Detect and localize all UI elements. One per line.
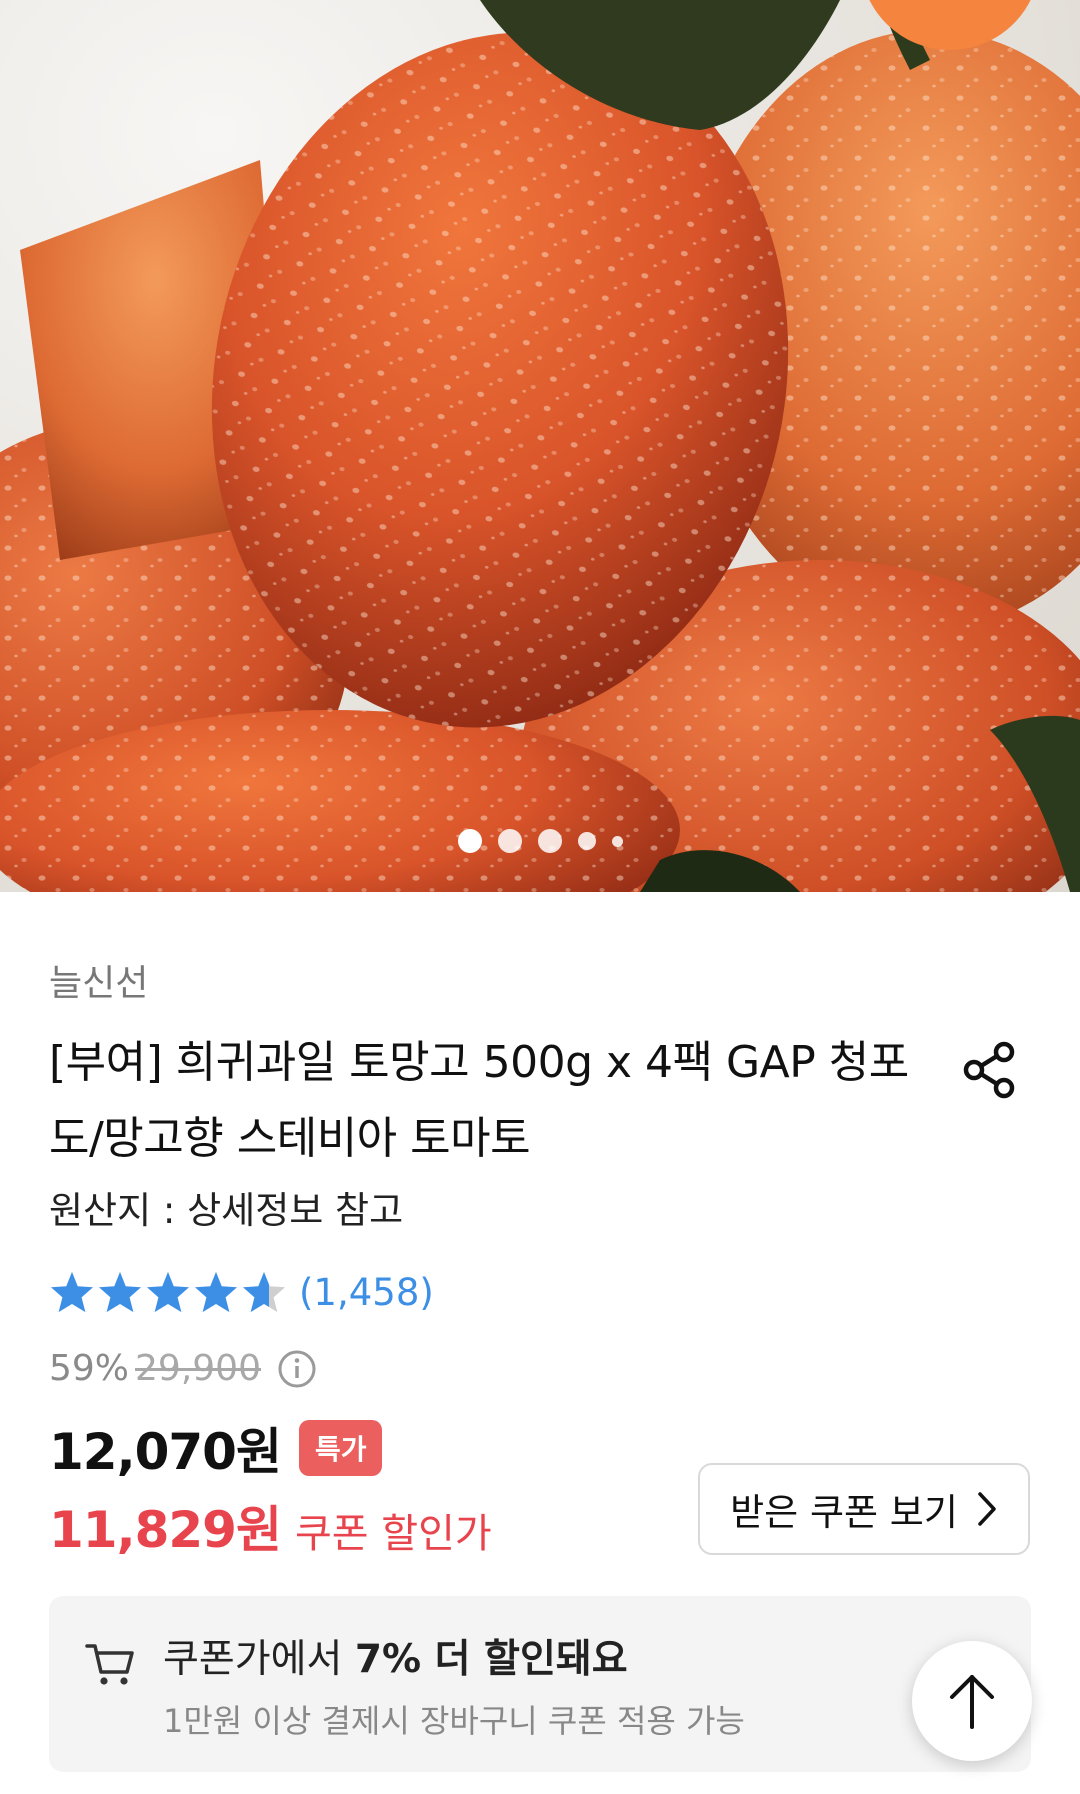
sale-price: 12,070원	[49, 1423, 282, 1481]
share-button[interactable]	[960, 1040, 1020, 1100]
info-icon	[278, 1350, 316, 1387]
star-icon	[50, 1271, 94, 1313]
view-coupons-label: 받은 쿠폰 보기	[730, 1491, 958, 1534]
origin-info: 원산지 : 상세정보 참고	[49, 1189, 404, 1232]
cart-coupon-subtitle: 1만원 이상 결제시 장바구니 쿠폰 적용 가능	[163, 1702, 745, 1740]
cart-icon	[84, 1638, 136, 1694]
seller-name[interactable]: 늘신선	[49, 954, 148, 1006]
arrow-up-icon	[950, 1675, 994, 1729]
star-half-icon	[242, 1271, 286, 1313]
coupon-price-row: 11,829원 쿠폰 할인가	[49, 1490, 492, 1562]
coupon-price: 11,829원	[49, 1501, 282, 1559]
carousel-dot[interactable]	[537, 829, 562, 853]
product-title: [부여] 희귀과일 토망고 500g x 4팩 GAP 청포도/망고향 스테비아…	[49, 1037, 909, 1164]
share-icon	[963, 1041, 1015, 1099]
info-button[interactable]	[277, 1349, 317, 1389]
carousel-dot[interactable]	[457, 829, 482, 853]
star-rating	[49, 1270, 287, 1314]
carousel-indicator	[0, 828, 1080, 854]
cart-coupon-title: 쿠폰가에서 7% 더 할인돼요	[163, 1628, 628, 1684]
view-coupons-button[interactable]: 받은 쿠폰 보기	[698, 1463, 1030, 1555]
star-icon	[98, 1271, 142, 1313]
original-price: 29,900	[135, 1348, 261, 1389]
special-price-badge: 특가	[298, 1420, 383, 1476]
rating-summary[interactable]: (1,458)	[49, 1262, 434, 1322]
tomato-photo	[0, 0, 1080, 892]
discount-row: 59% 29,900	[49, 1348, 317, 1389]
product-image-carousel[interactable]	[0, 0, 1080, 892]
scroll-to-top-button[interactable]	[912, 1641, 1032, 1761]
cart-coupon-title-highlight: 7% 더 할인돼요	[354, 1637, 628, 1682]
star-icon	[146, 1271, 190, 1313]
coupon-price-label: 쿠폰 할인가	[294, 1511, 492, 1557]
cart-coupon-title-text: 쿠폰가에서	[163, 1637, 355, 1682]
carousel-dot[interactable]	[611, 835, 623, 847]
discount-percent: 59%	[49, 1348, 130, 1389]
cart-coupon-info	[49, 1596, 1031, 1772]
review-count[interactable]: (1,458)	[299, 1271, 434, 1314]
chevron-right-icon	[978, 1492, 996, 1526]
carousel-dot[interactable]	[577, 832, 596, 850]
star-icon	[194, 1271, 238, 1313]
price-row: 12,070원 특가	[49, 1412, 383, 1484]
carousel-dot[interactable]	[497, 829, 522, 853]
